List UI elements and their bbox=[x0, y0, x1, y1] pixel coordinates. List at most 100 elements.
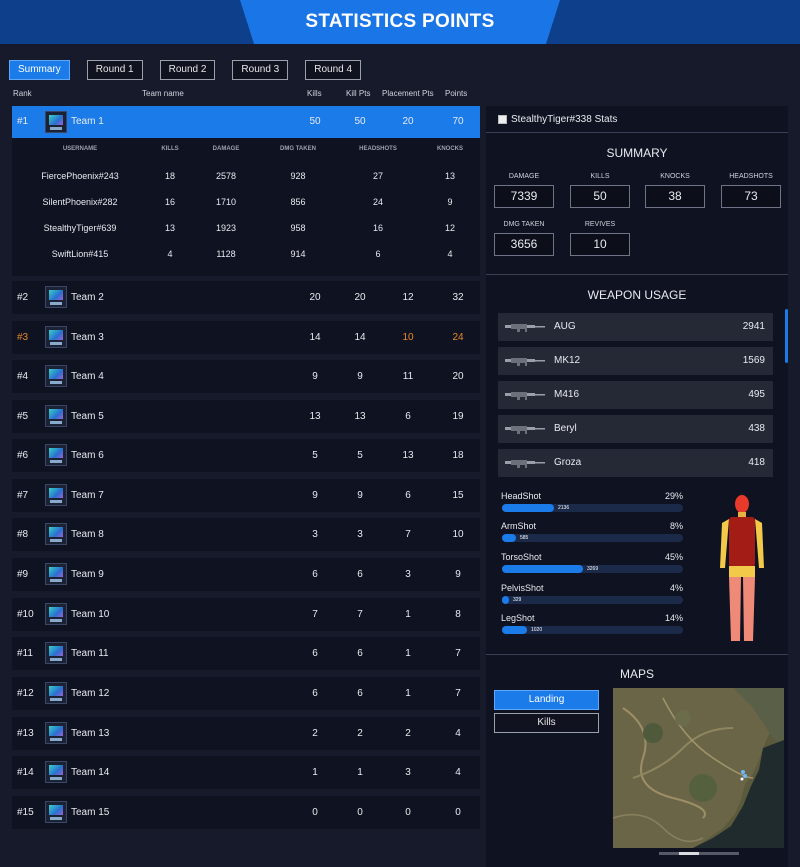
kills-button[interactable]: Kills bbox=[494, 713, 599, 733]
team-name: Team 4 bbox=[71, 371, 104, 382]
player-knocks: 12 bbox=[444, 223, 455, 233]
team-row[interactable]: #7 Team 7 9 9 6 15 bbox=[12, 479, 480, 512]
col-kills: KILLS bbox=[161, 146, 179, 152]
team-row[interactable]: #4 Team 4 9 9 11 20 bbox=[12, 360, 480, 393]
team-placement-pts: 2 bbox=[405, 728, 411, 739]
team-placement-pts: 11 bbox=[402, 371, 414, 382]
tab-round-1[interactable]: Round 1 bbox=[86, 60, 143, 80]
team-placement-pts: 6 bbox=[405, 490, 411, 501]
team-points: 0 bbox=[455, 807, 461, 818]
round-tabs: Summary Round 1 Round 2 Round 3 Round 4 bbox=[9, 60, 378, 80]
team-kill-pts: 50 bbox=[354, 116, 366, 127]
weapon-row[interactable]: Beryl 438 bbox=[498, 415, 773, 443]
team-placement-pts: 1 bbox=[405, 688, 411, 699]
team-rank: #9 bbox=[17, 569, 29, 580]
weapon-name: Groza bbox=[554, 457, 582, 468]
carousel-dot-2[interactable] bbox=[679, 852, 699, 855]
team-points: 15 bbox=[452, 490, 464, 501]
player-knocks: 13 bbox=[444, 171, 455, 181]
team-row[interactable]: #9 Team 9 6 6 3 9 bbox=[12, 558, 480, 591]
hit-value: 585 bbox=[520, 535, 529, 541]
team-row[interactable]: #8 Team 8 3 3 7 10 bbox=[12, 518, 480, 551]
team-placement-pts: 6 bbox=[405, 411, 411, 422]
team-placement-pts: 3 bbox=[405, 569, 411, 580]
weapon-row[interactable]: AUG 2941 bbox=[498, 313, 773, 341]
team-logo-icon bbox=[45, 444, 67, 466]
team-rank: #2 bbox=[17, 292, 29, 303]
stat-label-dmg-taken: DMG TAKEN bbox=[503, 221, 545, 228]
team-logo-icon bbox=[45, 563, 67, 585]
team-points: 10 bbox=[452, 529, 464, 540]
tab-round-4[interactable]: Round 4 bbox=[305, 60, 362, 80]
weapon-row[interactable]: MK12 1569 bbox=[498, 347, 773, 375]
team-name: Team 2 bbox=[71, 292, 104, 303]
weapon-row[interactable]: M416 495 bbox=[498, 381, 773, 409]
map-image[interactable] bbox=[613, 688, 784, 848]
team-row[interactable]: #3 Team 3 14 14 10 24 bbox=[12, 321, 480, 354]
carousel-dot-4[interactable] bbox=[719, 852, 739, 855]
player-dmg-taken: 914 bbox=[290, 249, 306, 259]
team-row[interactable]: #2 Team 2 20 20 12 32 bbox=[12, 281, 480, 314]
hit-percent: 4% bbox=[669, 583, 683, 593]
weapon-value: 438 bbox=[748, 423, 765, 434]
stat-value-revives: 10 bbox=[570, 233, 630, 256]
tab-round-3[interactable]: Round 3 bbox=[232, 60, 289, 80]
weapon-list-scrollbar[interactable] bbox=[785, 309, 788, 363]
team-name: Team 5 bbox=[71, 411, 104, 422]
tab-summary[interactable]: Summary bbox=[9, 60, 70, 80]
tab-round-2[interactable]: Round 2 bbox=[159, 60, 216, 80]
team-row[interactable]: #6 Team 6 5 5 13 18 bbox=[12, 439, 480, 472]
carousel-dot-1[interactable] bbox=[659, 852, 679, 855]
player-damage: 1128 bbox=[216, 249, 236, 259]
hit-bar-fill bbox=[502, 596, 509, 604]
hit-bar-fill bbox=[502, 504, 554, 512]
team-rank: #14 bbox=[17, 767, 34, 778]
stat-label-knocks: KNOCKS bbox=[660, 173, 690, 180]
team-row[interactable]: #12 Team 12 6 6 1 7 bbox=[12, 677, 480, 710]
player-kills: 16 bbox=[164, 197, 175, 207]
team-logo-icon bbox=[45, 603, 67, 625]
team-placement-pts: 20 bbox=[402, 116, 414, 127]
team-row[interactable]: #15 Team 15 0 0 0 0 bbox=[12, 796, 480, 829]
team-kill-pts: 9 bbox=[357, 371, 363, 382]
team-rank: #3 bbox=[17, 332, 29, 343]
weapon-icon bbox=[505, 390, 545, 400]
hit-percent: 29% bbox=[664, 491, 683, 501]
hit-label: PelvisShot bbox=[501, 583, 544, 593]
team-rank: #6 bbox=[17, 450, 29, 461]
weapon-row[interactable]: Groza 418 bbox=[498, 449, 773, 477]
team-rank: #8 bbox=[17, 529, 29, 540]
team-points: 19 bbox=[452, 411, 464, 422]
header-team-name: Team name bbox=[142, 89, 184, 98]
team-kill-pts: 1 bbox=[357, 767, 363, 778]
team-row[interactable]: #14 Team 14 1 1 3 4 bbox=[12, 756, 480, 789]
team-kill-pts: 14 bbox=[354, 332, 366, 343]
team-rank: #7 bbox=[17, 490, 29, 501]
team-logo-icon bbox=[45, 682, 67, 704]
team-kills: 9 bbox=[312, 371, 318, 382]
team-placement-pts: 0 bbox=[405, 807, 411, 818]
team-row[interactable]: #13 Team 13 2 2 2 4 bbox=[12, 717, 480, 750]
team-kill-pts: 5 bbox=[357, 450, 363, 461]
landing-button[interactable]: Landing bbox=[494, 690, 599, 710]
team-kills: 7 bbox=[312, 609, 318, 620]
team-name: Team 9 bbox=[71, 569, 104, 580]
team-kills: 6 bbox=[312, 648, 318, 659]
team-row[interactable]: #5 Team 5 13 13 6 19 bbox=[12, 400, 480, 433]
team-points: 70 bbox=[452, 116, 464, 127]
team-rank: #11 bbox=[17, 648, 33, 659]
hit-value: 3269 bbox=[587, 566, 599, 572]
team-name: Team 7 bbox=[71, 490, 104, 501]
team-kills: 20 bbox=[309, 292, 321, 303]
hit-bar-track bbox=[502, 626, 683, 634]
col-knocks: KNOCKS bbox=[436, 146, 463, 152]
team-row[interactable]: #11 Team 11 6 6 1 7 bbox=[12, 637, 480, 670]
team-logo-icon bbox=[45, 111, 67, 133]
carousel-dot-3[interactable] bbox=[699, 852, 719, 855]
team-rank: #13 bbox=[17, 728, 34, 739]
weapon-name: Beryl bbox=[554, 423, 577, 434]
team-name: Team 1 bbox=[71, 116, 104, 127]
col-damage: DAMAGE bbox=[212, 146, 240, 152]
team-row[interactable]: #1 Team 1 50 50 20 70 bbox=[12, 106, 480, 138]
team-row[interactable]: #10 Team 10 7 7 1 8 bbox=[12, 598, 480, 631]
